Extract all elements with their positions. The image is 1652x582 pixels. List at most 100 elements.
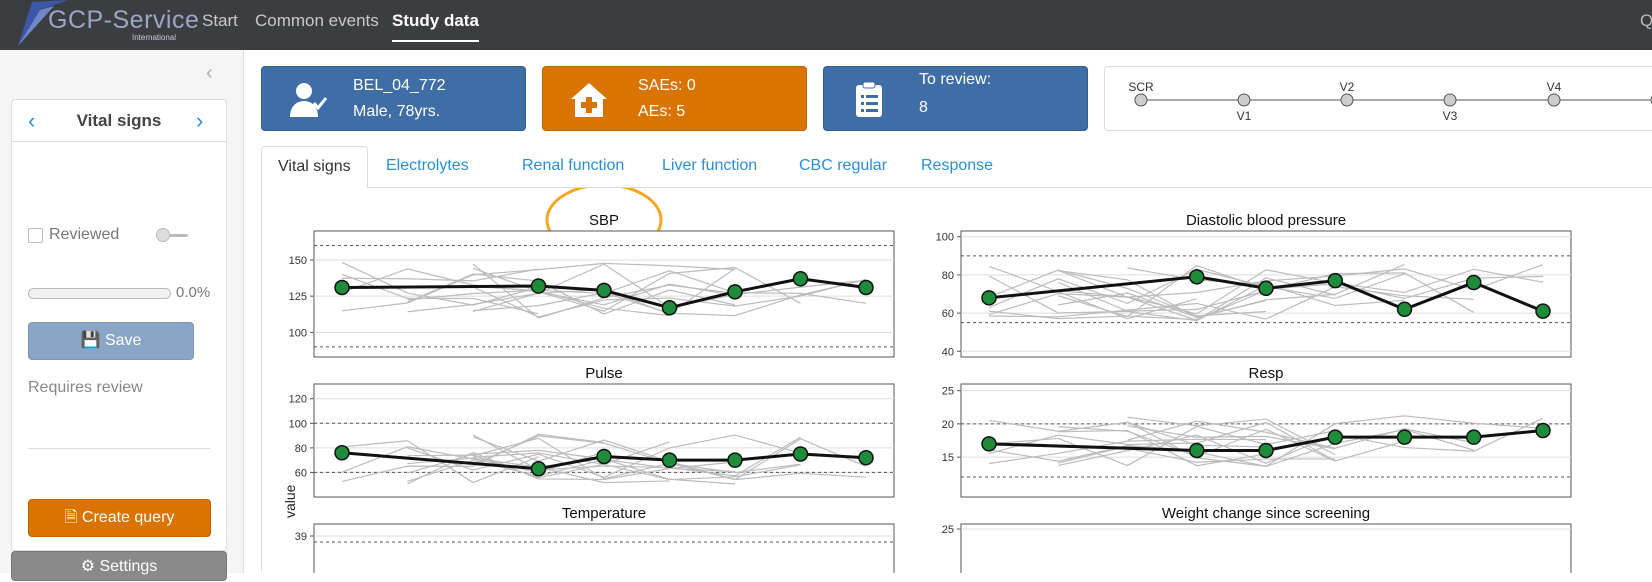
- y-tick-label: 60: [295, 467, 307, 479]
- chart-title: Diastolic blood pressure: [1186, 212, 1346, 229]
- chart-panel-6: Weight change since screening 25: [942, 505, 1572, 573]
- nav-start[interactable]: Start: [202, 11, 238, 31]
- nav-common-events[interactable]: Common events: [255, 11, 379, 31]
- review-progress-bar: [28, 288, 171, 299]
- y-tick-label: 80: [942, 270, 954, 282]
- visit-node-v3: [1443, 93, 1457, 107]
- chart-title: Temperature: [562, 505, 646, 522]
- visit-label-v1: V1: [1237, 109, 1252, 123]
- y-tick-label: 100: [936, 232, 954, 244]
- chart-panel-1: SBP 100 125 150: [289, 188, 895, 358]
- chart-title: SBP: [589, 212, 619, 229]
- review-label: To review:: [919, 71, 992, 88]
- create-query-label: Create query: [81, 509, 175, 526]
- data-point: [661, 452, 678, 468]
- y-tick-label: 60: [942, 308, 954, 320]
- data-point: [1189, 442, 1205, 459]
- top-navbar: GCP-Service International Start Common e…: [0, 0, 1652, 50]
- settings-button[interactable]: ⚙ Settings: [11, 551, 227, 581]
- data-point: [1466, 274, 1482, 291]
- review-progress-text: 0.0%: [176, 284, 211, 301]
- data-point: [1327, 429, 1343, 445]
- panel-header: ‹ Vital signs ›: [12, 100, 226, 142]
- visit-label-v4: V4: [1547, 80, 1562, 94]
- divider: [28, 448, 210, 449]
- data-point: [727, 452, 743, 468]
- data-point: [981, 290, 997, 306]
- chart-title: Pulse: [585, 365, 623, 382]
- visit-label-scr: SCR: [1128, 80, 1154, 94]
- visit-label-v3: V3: [1443, 109, 1458, 123]
- chart-title: Resp: [1248, 365, 1283, 382]
- y-tick-label: 125: [289, 291, 307, 303]
- requires-review-text: Requires review: [28, 379, 143, 396]
- plot-area: [960, 523, 1572, 573]
- y-tick-label: 15: [942, 452, 954, 464]
- gear-icon: ⚙: [80, 558, 96, 575]
- y-tick-label: 100: [289, 327, 307, 339]
- reviewed-toggle[interactable]: [156, 228, 170, 242]
- patient-card: BEL_04_772 Male, 78yrs.: [261, 66, 526, 131]
- y-tick-label: 150: [289, 255, 307, 267]
- tab-renal-function[interactable]: Renal function: [506, 146, 640, 188]
- logo-text: GCP-Service: [48, 6, 200, 34]
- y-axis-label: value: [282, 484, 298, 518]
- data-point: [792, 271, 809, 287]
- visit-timeline: SCR V2 V4 V1 V3 V: [1104, 66, 1652, 131]
- tab-response[interactable]: Response: [905, 146, 1009, 188]
- y-tick-label: 120: [289, 394, 307, 406]
- data-point: [858, 449, 874, 466]
- tab-cbc-regular[interactable]: CBC regular: [783, 146, 903, 188]
- data-point: [334, 279, 350, 296]
- tab-liver-function[interactable]: Liver function: [646, 146, 773, 188]
- chart-panel-2: Diastolic blood pressure 40 60 80 100: [936, 212, 1572, 358]
- settings-label: Settings: [99, 558, 158, 575]
- data-point: [530, 461, 547, 477]
- file-icon: 🗎: [64, 509, 78, 526]
- y-tick-label: 40: [942, 346, 954, 358]
- adverse-events-card: SAEs: 0 AEs: 5: [542, 66, 807, 131]
- data-point: [1258, 442, 1274, 459]
- nav-active-indicator: [392, 40, 479, 42]
- patient-id: BEL_04_772: [353, 77, 446, 94]
- tab-electrolytes[interactable]: Electrolytes: [370, 146, 485, 188]
- data-point: [1327, 272, 1343, 289]
- y-tick-label: 25: [942, 386, 954, 398]
- reviewed-checkbox[interactable]: [28, 228, 43, 243]
- chart-panel-4: Resp 15 20 25: [942, 365, 1572, 498]
- create-query-button[interactable]: 🗎 Create query: [28, 499, 211, 537]
- data-point: [858, 279, 874, 296]
- review-panel: ‹ Vital signs › Reviewed 0.0% 💾 Save Req…: [11, 99, 227, 551]
- saes-count: SAEs: 0: [638, 77, 696, 94]
- chart-title: Weight change since screening: [1162, 505, 1370, 522]
- y-tick-label: 39: [295, 531, 307, 543]
- chevron-left-icon[interactable]: ‹: [206, 62, 213, 85]
- data-point: [1396, 429, 1413, 445]
- logo[interactable]: GCP-Service International: [0, 0, 200, 50]
- search-icon[interactable]: Q: [1640, 11, 1652, 31]
- timeline-graphic: SCR V2 V4 V1 V3 V: [1128, 80, 1652, 123]
- vital-signs-charts: SBP 100 125 150 Diastolic blood pressure 40 60…: [289, 188, 1572, 573]
- visit-node-v4: [1547, 93, 1561, 107]
- data-point: [1258, 280, 1274, 297]
- reviewed-label: Reviewed: [49, 226, 120, 243]
- plot-area: [313, 523, 895, 573]
- aes-count: AEs: 5: [638, 103, 686, 120]
- chart-panel-3: Pulse 60 80 100 120: [289, 365, 895, 498]
- tab-vital-signs[interactable]: Vital signs: [261, 146, 368, 189]
- hospital-icon: [571, 83, 607, 117]
- review-card: To review: 8: [823, 66, 1088, 131]
- data-point: [1189, 269, 1205, 285]
- data-point: [792, 446, 809, 462]
- save-icon: 💾: [80, 332, 101, 349]
- y-tick-label: 80: [295, 443, 307, 455]
- save-button[interactable]: 💾 Save: [28, 322, 194, 360]
- patient-info: Male, 78yrs.: [353, 103, 441, 120]
- data-point: [661, 300, 678, 316]
- data-point: [596, 448, 612, 465]
- chevron-right-icon[interactable]: ›: [196, 108, 203, 134]
- data-point: [334, 445, 350, 461]
- y-tick-label: 25: [942, 524, 954, 536]
- nav-study-data[interactable]: Study data: [392, 11, 479, 31]
- data-point: [1535, 303, 1551, 319]
